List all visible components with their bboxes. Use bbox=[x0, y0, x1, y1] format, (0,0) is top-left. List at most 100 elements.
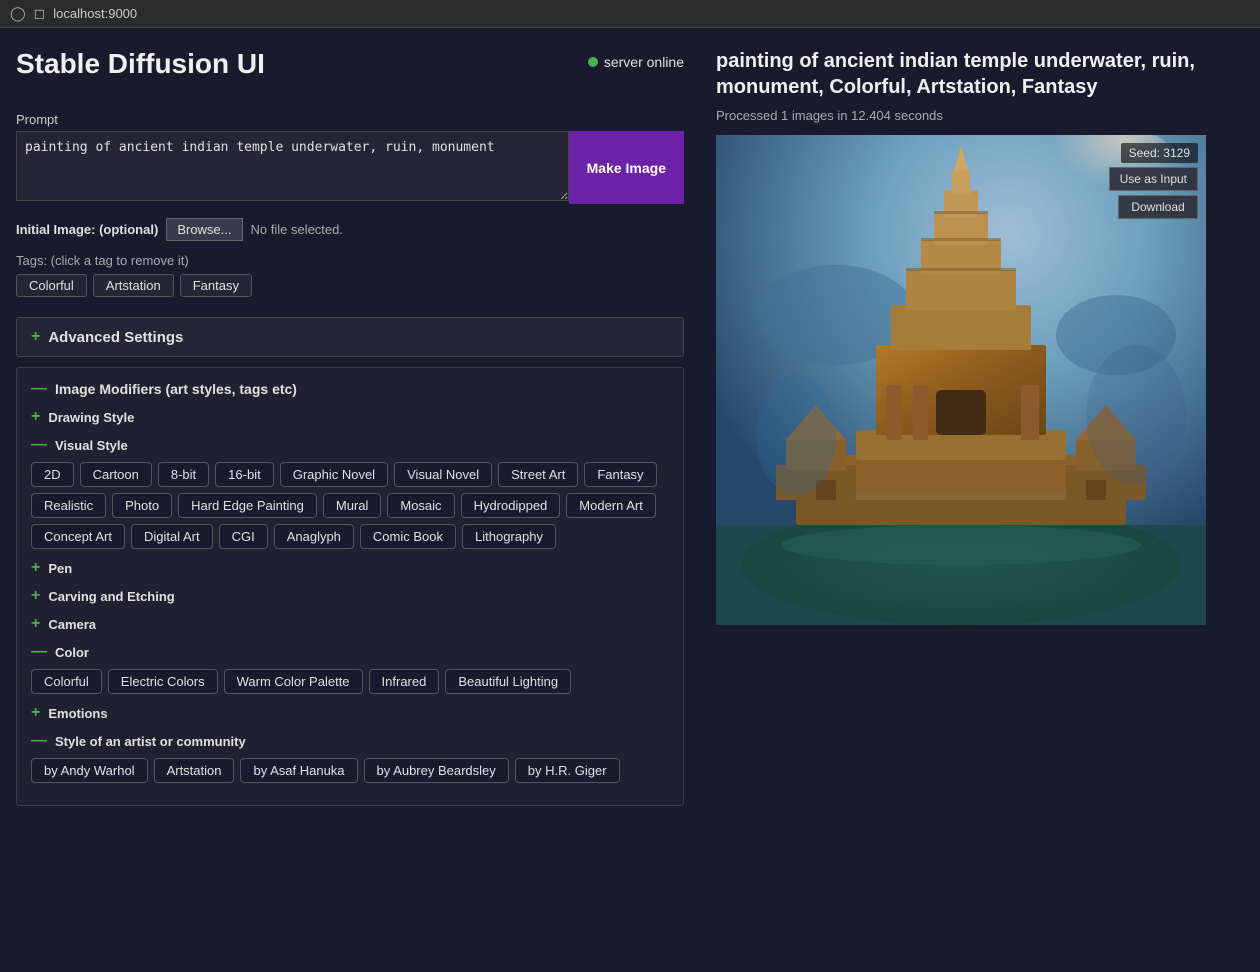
browse-button[interactable]: Browse... bbox=[166, 218, 242, 241]
status-dot bbox=[588, 57, 598, 67]
image-modifiers-header[interactable]: — Image Modifiers (art styles, tags etc) bbox=[31, 380, 669, 398]
style-tag-lithography[interactable]: Lithography bbox=[462, 524, 556, 549]
artist-style-header[interactable]: — Style of an artist or community bbox=[31, 732, 669, 750]
emotions-plus-icon: + bbox=[31, 704, 40, 722]
carving-etching-header[interactable]: + Carving and Etching bbox=[31, 587, 669, 605]
style-tag-cartoon[interactable]: Cartoon bbox=[80, 462, 152, 487]
artist-tag-andy-warhol[interactable]: by Andy Warhol bbox=[31, 758, 148, 783]
emotions-section: + Emotions bbox=[31, 704, 669, 722]
visual-style-tags: 2D Cartoon 8-bit 16-bit Graphic Novel Vi… bbox=[31, 462, 669, 549]
artist-tag-artstation[interactable]: Artstation bbox=[154, 758, 235, 783]
server-status-label: server online bbox=[604, 54, 684, 70]
seed-badge: Seed: 3129 bbox=[1121, 143, 1198, 163]
color-header[interactable]: — Color bbox=[31, 643, 669, 661]
tag-artstation[interactable]: Artstation bbox=[93, 274, 174, 297]
style-tag-mosaic[interactable]: Mosaic bbox=[387, 493, 454, 518]
emotions-label: Emotions bbox=[48, 706, 107, 721]
pen-header[interactable]: + Pen bbox=[31, 559, 669, 577]
drawing-style-header[interactable]: + Drawing Style bbox=[31, 408, 669, 426]
prompt-input[interactable]: painting of ancient indian temple underw… bbox=[16, 131, 569, 201]
advanced-settings-header[interactable]: + Advanced Settings bbox=[16, 317, 684, 357]
color-tag-colorful[interactable]: Colorful bbox=[31, 669, 102, 694]
pen-plus-icon: + bbox=[31, 559, 40, 577]
style-tag-concept-art[interactable]: Concept Art bbox=[31, 524, 125, 549]
server-status: server online bbox=[588, 48, 684, 70]
camera-section: + Camera bbox=[31, 615, 669, 633]
result-meta: Processed 1 images in 12.404 seconds bbox=[716, 108, 1244, 123]
image-modifiers-section: — Image Modifiers (art styles, tags etc)… bbox=[16, 367, 684, 806]
browser-url: localhost:9000 bbox=[53, 6, 137, 21]
prompt-row: painting of ancient indian temple underw… bbox=[16, 131, 684, 204]
visual-style-section: — Visual Style 2D Cartoon 8-bit 16-bit G… bbox=[31, 436, 669, 549]
color-label: Color bbox=[55, 645, 89, 660]
initial-image-row: Initial Image: (optional) Browse... No f… bbox=[16, 218, 684, 241]
style-tag-graphic-novel[interactable]: Graphic Novel bbox=[280, 462, 388, 487]
pen-label: Pen bbox=[48, 561, 72, 576]
make-image-button[interactable]: Make Image bbox=[569, 131, 684, 204]
style-tag-anaglyph[interactable]: Anaglyph bbox=[274, 524, 354, 549]
tag-fantasy[interactable]: Fantasy bbox=[180, 274, 252, 297]
color-tag-beautiful-lighting[interactable]: Beautiful Lighting bbox=[445, 669, 571, 694]
style-tag-digital-art[interactable]: Digital Art bbox=[131, 524, 213, 549]
carving-etching-plus-icon: + bbox=[31, 587, 40, 605]
emotions-header[interactable]: + Emotions bbox=[31, 704, 669, 722]
color-tag-electric[interactable]: Electric Colors bbox=[108, 669, 218, 694]
style-tag-modern-art[interactable]: Modern Art bbox=[566, 493, 656, 518]
tag-colorful[interactable]: Colorful bbox=[16, 274, 87, 297]
pen-section: + Pen bbox=[31, 559, 669, 577]
artist-style-tags: by Andy Warhol Artstation by Asaf Hanuka… bbox=[31, 758, 669, 783]
style-tag-mural[interactable]: Mural bbox=[323, 493, 382, 518]
image-modifiers-label: Image Modifiers (art styles, tags etc) bbox=[55, 381, 297, 397]
style-tag-cgi[interactable]: CGI bbox=[219, 524, 268, 549]
style-tag-hydrodipped[interactable]: Hydrodipped bbox=[461, 493, 561, 518]
style-tag-16bit[interactable]: 16-bit bbox=[215, 462, 274, 487]
browser-page-icon: ◻ bbox=[34, 5, 46, 22]
camera-label: Camera bbox=[48, 617, 96, 632]
tags-label: Tags: (click a tag to remove it) bbox=[16, 253, 684, 268]
color-section: — Color Colorful Electric Colors Warm Co… bbox=[31, 643, 669, 694]
drawing-style-label: Drawing Style bbox=[48, 410, 134, 425]
style-tag-photo[interactable]: Photo bbox=[112, 493, 172, 518]
style-tag-comic-book[interactable]: Comic Book bbox=[360, 524, 456, 549]
use-as-input-button[interactable]: Use as Input bbox=[1109, 167, 1198, 191]
artist-tag-asaf-hanuka[interactable]: by Asaf Hanuka bbox=[240, 758, 357, 783]
artist-style-minus-icon: — bbox=[31, 732, 47, 750]
browser-bar: ◯ ◻ localhost:9000 bbox=[0, 0, 1260, 28]
download-button[interactable]: Download bbox=[1118, 195, 1198, 219]
camera-plus-icon: + bbox=[31, 615, 40, 633]
style-tag-hard-edge[interactable]: Hard Edge Painting bbox=[178, 493, 317, 518]
drawing-style-plus-icon: + bbox=[31, 408, 40, 426]
visual-style-label: Visual Style bbox=[55, 438, 128, 453]
style-tag-street-art[interactable]: Street Art bbox=[498, 462, 578, 487]
tags-row: Colorful Artstation Fantasy bbox=[16, 274, 684, 297]
style-tag-8bit[interactable]: 8-bit bbox=[158, 462, 209, 487]
style-tag-fantasy[interactable]: Fantasy bbox=[584, 462, 656, 487]
prompt-label: Prompt bbox=[16, 112, 684, 127]
result-image-container: Seed: 3129 Use as Input Download bbox=[716, 135, 1206, 628]
visual-style-minus-icon: — bbox=[31, 436, 47, 454]
prompt-textarea-wrap: painting of ancient indian temple underw… bbox=[16, 131, 569, 204]
initial-image-label: Initial Image: (optional) bbox=[16, 222, 158, 237]
no-file-label: No file selected. bbox=[251, 222, 344, 237]
style-tag-visual-novel[interactable]: Visual Novel bbox=[394, 462, 492, 487]
advanced-settings-label: Advanced Settings bbox=[48, 329, 183, 346]
image-overlay-controls: Seed: 3129 Use as Input Download bbox=[1109, 143, 1198, 219]
carving-etching-label: Carving and Etching bbox=[48, 589, 174, 604]
camera-header[interactable]: + Camera bbox=[31, 615, 669, 633]
browser-icon: ◯ bbox=[10, 5, 26, 22]
style-tag-realistic[interactable]: Realistic bbox=[31, 493, 106, 518]
result-title: painting of ancient indian temple underw… bbox=[716, 48, 1244, 100]
artist-tag-hr-giger[interactable]: by H.R. Giger bbox=[515, 758, 620, 783]
advanced-settings-plus-icon: + bbox=[31, 328, 40, 346]
artist-style-label: Style of an artist or community bbox=[55, 734, 246, 749]
artist-style-section: — Style of an artist or community by And… bbox=[31, 732, 669, 783]
carving-etching-section: + Carving and Etching bbox=[31, 587, 669, 605]
style-tag-2d[interactable]: 2D bbox=[31, 462, 74, 487]
artist-tag-aubrey-beardsley[interactable]: by Aubrey Beardsley bbox=[364, 758, 509, 783]
color-tags: Colorful Electric Colors Warm Color Pale… bbox=[31, 669, 669, 694]
color-tag-infrared[interactable]: Infrared bbox=[369, 669, 440, 694]
right-panel: painting of ancient indian temple underw… bbox=[700, 28, 1260, 826]
color-tag-warm[interactable]: Warm Color Palette bbox=[224, 669, 363, 694]
visual-style-header[interactable]: — Visual Style bbox=[31, 436, 669, 454]
image-modifiers-minus-icon: — bbox=[31, 380, 47, 398]
